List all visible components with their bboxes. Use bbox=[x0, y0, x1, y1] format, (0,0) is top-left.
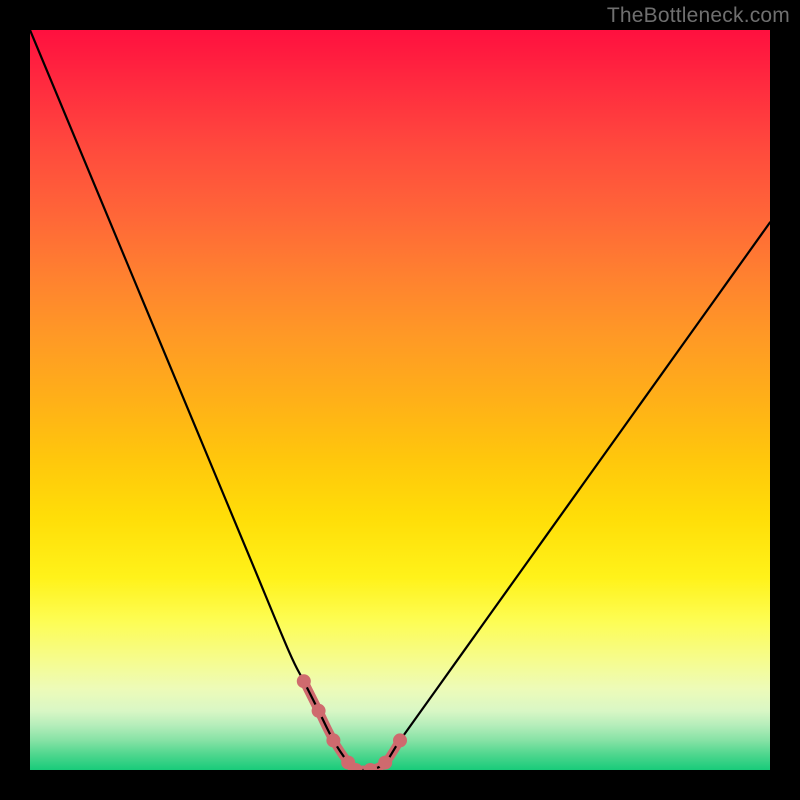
chart-svg bbox=[30, 30, 770, 770]
highlight-dot bbox=[393, 733, 407, 747]
highlight-dot bbox=[326, 733, 340, 747]
highlight-dot bbox=[297, 674, 311, 688]
attribution-watermark: TheBottleneck.com bbox=[607, 4, 790, 28]
bottleneck-curve bbox=[30, 30, 770, 770]
plot-area bbox=[30, 30, 770, 770]
chart-container: TheBottleneck.com bbox=[0, 0, 800, 800]
highlight-dot bbox=[312, 704, 326, 718]
highlight-dot bbox=[378, 756, 392, 770]
